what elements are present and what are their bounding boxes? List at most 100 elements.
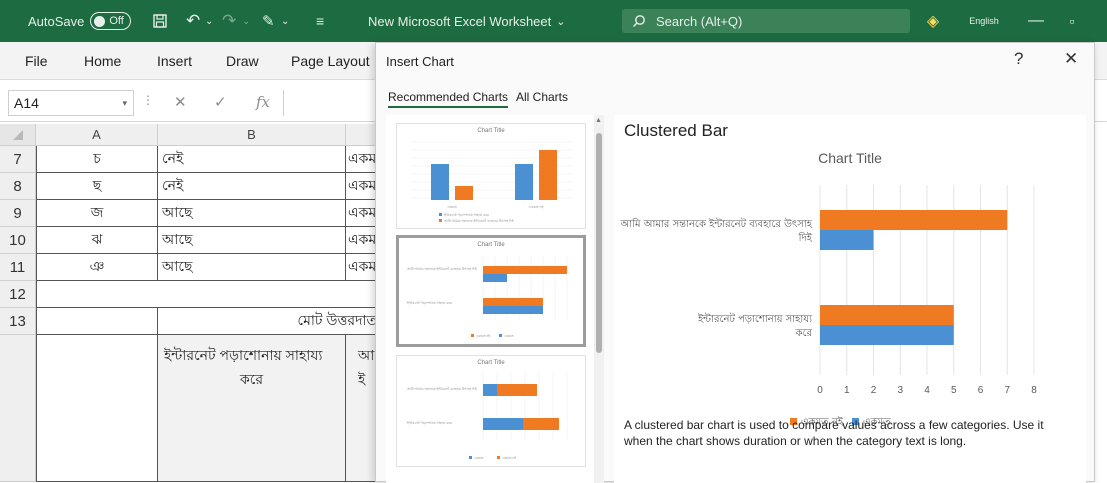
bar-0-1 (820, 230, 874, 250)
redo-icon[interactable]: ↷ (222, 0, 236, 42)
thumbnail-category-label: একমত নই (529, 205, 545, 209)
row-header-14[interactable] (0, 335, 36, 482)
name-box-dropdown-icon[interactable]: ▾ (122, 98, 127, 109)
dialog-title: Insert Chart (386, 54, 454, 69)
chart-thumbnail-clustered-bar[interactable]: Chart Title আমি আমার সন্তানকে ইন্টারনেট … (396, 235, 586, 347)
x-tick-label: 2 (871, 385, 877, 396)
cell-c14-line2: ই (358, 371, 366, 387)
tab-page-layout[interactable]: Page Layout (291, 53, 370, 69)
thumbnail-chart-svg: আমি আমার সন্তানকে ইন্টারনেট ব্যবহারে উৎস… (406, 372, 568, 460)
thumbnail-legend-label: আমি আমার সন্তানকে ইন্টারনেট ব্যবহারে উৎস… (443, 219, 514, 223)
cell-b14-line2: করে (239, 371, 264, 387)
autosave-state: Off (109, 15, 124, 27)
y-category-label: আমি আমার সন্তানকে ইন্টারনেট ব্যবহারে উৎস… (620, 217, 813, 244)
tab-insert[interactable]: Insert (157, 53, 192, 69)
x-tick-label: 7 (1004, 385, 1010, 396)
thumbnail-scrollbar[interactable]: ▲ (594, 115, 604, 483)
worksheet: A B 7 চ নেই একম 8 ছ নেই একম 9 জ আছে একম 10 ঝ আছে একম 11 ঞ… (0, 124, 380, 482)
cell-a9[interactable]: জ (36, 200, 158, 227)
y-category-label-line: আমি আমার সন্তানকে ইন্টারনেট ব্যবহারে উৎস… (620, 217, 813, 230)
close-icon[interactable]: ✕ (1064, 49, 1078, 69)
insert-function-icon[interactable]: fx (256, 93, 270, 111)
cell-b8[interactable]: নেই (158, 173, 346, 200)
cell-b7[interactable]: নেই (158, 146, 346, 173)
undo-icon[interactable]: ↶ (186, 0, 200, 42)
chart-type-heading: Clustered Bar (624, 121, 728, 140)
thumbnail-legend-label: একমত (474, 456, 484, 460)
x-tick-label: 3 (897, 385, 903, 396)
column-header-b[interactable]: B (158, 124, 346, 146)
x-tick-label: 1 (844, 385, 850, 396)
row-header-8[interactable]: 8 (0, 173, 36, 200)
chart-thumbnail-list: Chart Title একমত একমত নই ইন্টারনেট পড়াশ… (386, 115, 604, 483)
cell-a8[interactable]: ছ (36, 173, 158, 200)
row-header-12[interactable]: 12 (0, 281, 36, 308)
row-header-9[interactable]: 9 (0, 200, 36, 227)
tab-all-charts[interactable]: All Charts (516, 90, 568, 104)
chart-thumbnail-stacked-bar[interactable]: Chart Title আমি আমার সন্তানকে ইন্টারনেট … (396, 355, 586, 467)
undo-dropdown-icon[interactable]: ⌄ (205, 0, 213, 42)
formula-separator (283, 90, 284, 116)
thumbnail-category-label: আমি আমার সন্তানকে ইন্টারনেট ব্যবহারে উৎস… (406, 387, 477, 391)
x-tick-label: 4 (924, 385, 930, 396)
bar-1-1 (820, 325, 954, 345)
minimize-icon[interactable]: — (1022, 0, 1050, 42)
name-box-value: A14 (14, 95, 39, 111)
bar-1-0 (820, 305, 954, 325)
autosave[interactable]: AutoSave Off (28, 0, 131, 42)
thumbnail-category-label: ইন্টারনেট পড়াশোনায় সাহায্য করে (406, 421, 452, 425)
search-icon (633, 15, 645, 27)
maximize-icon[interactable]: ▫ (1058, 0, 1086, 42)
autosave-toggle[interactable]: Off (90, 12, 131, 30)
cell-a7[interactable]: চ (36, 146, 158, 173)
save-icon[interactable] (152, 0, 168, 42)
enter-icon[interactable]: ✓ (214, 93, 227, 111)
x-tick-label: 6 (978, 385, 984, 396)
cancel-icon[interactable]: ✕ (174, 93, 187, 111)
bar-0-0 (820, 210, 1008, 230)
name-box[interactable]: A14 ▾ (8, 90, 134, 116)
painter-dropdown-icon[interactable]: ⌄ (281, 0, 289, 42)
insert-chart-dialog: Insert Chart ? ✕ Recommended Charts All … (375, 42, 1095, 483)
document-title[interactable]: New Microsoft Excel Worksheet ⌄ (368, 0, 565, 42)
cell-a13[interactable] (36, 308, 158, 335)
chart-thumbnail-clustered-column[interactable]: Chart Title একমত একমত নই ইন্টারনেট পড়াশ… (396, 123, 586, 229)
help-icon[interactable]: ? (1014, 49, 1023, 69)
column-header-a[interactable]: A (36, 124, 158, 146)
premium-diamond-icon[interactable]: ◈ (918, 0, 948, 42)
row-header-13[interactable]: 13 (0, 308, 36, 335)
cell-a10[interactable]: ঝ (36, 227, 158, 254)
customize-qat-icon[interactable]: ≡ (316, 0, 324, 42)
scrollbar-thumb[interactable] (596, 133, 602, 353)
tab-file[interactable]: File (25, 53, 48, 69)
redo-dropdown-icon[interactable]: ⌄ (242, 0, 250, 42)
cell-b9[interactable]: আছে (158, 200, 346, 227)
row-header-7[interactable]: 7 (0, 146, 36, 173)
cell-merged-12[interactable] (36, 281, 380, 308)
scroll-up-icon[interactable]: ▲ (595, 117, 602, 124)
format-painter-icon[interactable]: ✎ (262, 0, 275, 42)
search-placeholder: Search (Alt+Q) (656, 13, 743, 29)
cell-b14[interactable]: ইন্টারনেট পড়াশোনায় সাহায্য করে (158, 335, 346, 482)
cell-b11[interactable]: আছে (158, 254, 346, 281)
y-category-label-line: দিই (798, 232, 813, 244)
tab-draw[interactable]: Draw (226, 53, 259, 69)
select-all-corner[interactable] (0, 124, 36, 146)
cell-b10[interactable]: আছে (158, 227, 346, 254)
tab-home[interactable]: Home (84, 53, 121, 69)
x-tick-label: 0 (817, 385, 823, 396)
cell-a14[interactable] (36, 335, 158, 482)
thumbnail-legend-label: একমত নই (476, 334, 490, 338)
row-header-10[interactable]: 10 (0, 227, 36, 254)
cell-a11[interactable]: ঞ (36, 254, 158, 281)
cell-c14-line1: আ (358, 347, 375, 363)
language-indicator[interactable]: English (960, 0, 1008, 42)
search-box[interactable]: Search (Alt+Q) (622, 9, 910, 33)
tab-recommended-charts[interactable]: Recommended Charts (388, 90, 509, 108)
row-header-11[interactable]: 11 (0, 254, 36, 281)
thumbnail-legend-label: একমত (504, 334, 514, 338)
cell-b14-line1: ইন্টারনেট পড়াশোনায় সাহায্য (164, 347, 323, 363)
thumbnail-legend-label: ইন্টারনেট পড়াশোনায় সাহায্য করে (443, 213, 489, 217)
thumbnail-category-label: ইন্টারনেট পড়াশোনায় সাহায্য করে (406, 301, 452, 305)
cell-b13[interactable]: মোট উত্তরদাত (158, 308, 380, 335)
